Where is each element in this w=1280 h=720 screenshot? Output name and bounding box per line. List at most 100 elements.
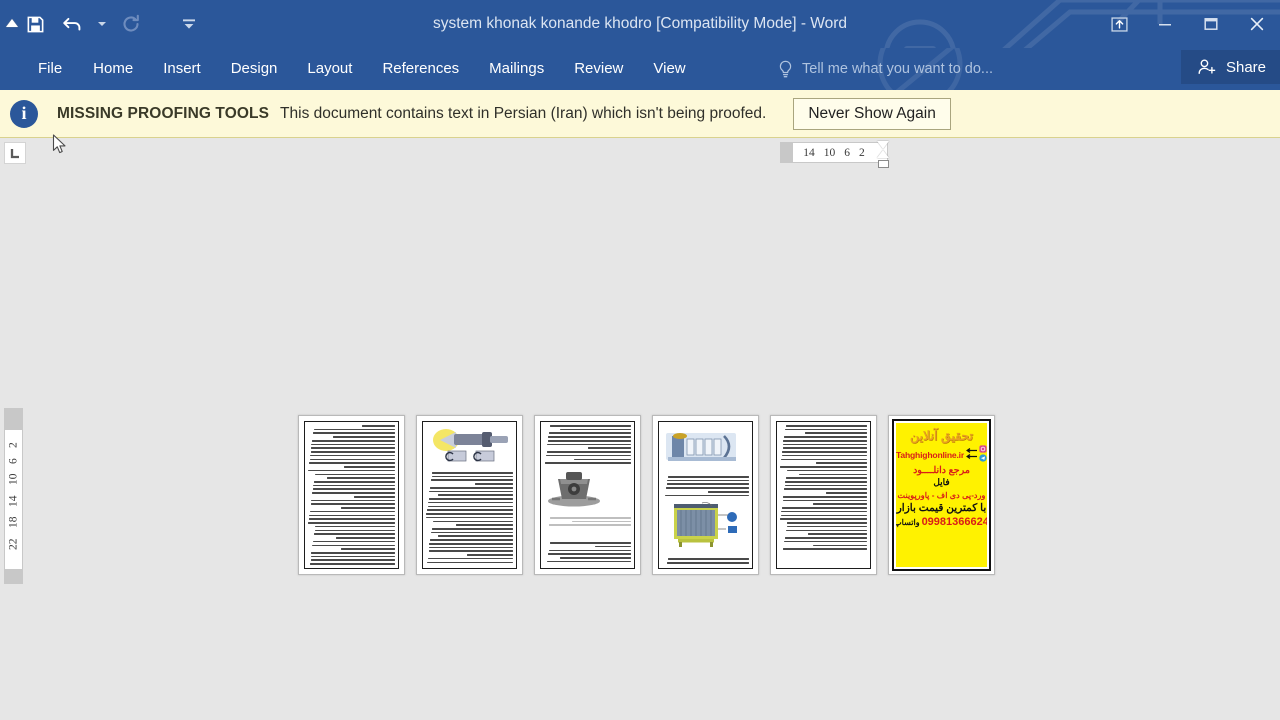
text-line — [341, 507, 395, 509]
info-icon: i — [10, 99, 38, 128]
page-3-text-lines-bottom — [544, 542, 631, 565]
page-thumbnail[interactable] — [298, 415, 405, 575]
ad-line-4: با کمترین قیمت بازار — [896, 502, 987, 514]
text-line — [327, 477, 395, 479]
text-line — [786, 529, 867, 532]
text-line — [312, 439, 395, 442]
vertical-ruler-ticks: 22 18 14 10 6 2 — [5, 409, 22, 583]
close-button[interactable] — [1234, 0, 1280, 48]
tab-review[interactable]: Review — [559, 48, 638, 90]
text-line — [547, 560, 631, 563]
tab-stop-selector-button[interactable] — [4, 142, 26, 164]
page-content — [780, 425, 867, 565]
text-line — [546, 451, 631, 453]
engine-block-diagram-image — [662, 427, 749, 472]
text-line — [312, 544, 395, 547]
page-content — [308, 425, 395, 565]
text-line — [431, 531, 513, 534]
undo-button[interactable] — [56, 7, 90, 41]
text-line — [308, 469, 395, 472]
tab-references[interactable]: References — [367, 48, 474, 90]
vertical-ruler[interactable]: 22 18 14 10 6 2 — [4, 408, 23, 584]
text-line — [432, 472, 513, 474]
text-line — [708, 490, 749, 493]
text-line — [559, 557, 631, 559]
text-line — [559, 428, 631, 431]
text-line — [545, 454, 631, 457]
text-line — [310, 555, 395, 558]
customize-quick-access-toolbar-button[interactable] — [172, 7, 206, 41]
text-line — [430, 539, 513, 541]
text-line — [313, 540, 395, 543]
text-line — [782, 447, 867, 449]
document-canvas[interactable]: تحقیق آنلاین Tahghighonline.ir مرجع دانل… — [26, 168, 1280, 720]
text-line — [780, 466, 867, 468]
social-icons — [979, 445, 987, 462]
tab-home[interactable]: Home — [78, 48, 148, 90]
page-thumbnail[interactable] — [652, 415, 759, 575]
vruler-tick-6: 6 — [7, 458, 20, 464]
page-content — [426, 425, 513, 565]
tab-mailings[interactable]: Mailings — [474, 48, 559, 90]
share-button[interactable]: Share — [1180, 50, 1280, 84]
left-indent-box-marker[interactable] — [878, 160, 889, 168]
notification-title: MISSING PROOFING TOOLS — [57, 104, 270, 122]
text-line — [426, 513, 513, 515]
never-show-again-button[interactable]: Never Show Again — [793, 97, 951, 130]
redo-button[interactable] — [114, 7, 148, 41]
hruler-tick-14: 14 — [803, 146, 815, 159]
ad-website: Tahghighonline.ir — [896, 450, 965, 460]
tab-file[interactable]: File — [22, 48, 78, 90]
telegram-icon — [979, 454, 987, 462]
text-line — [781, 507, 867, 509]
page-thumbnail[interactable] — [416, 415, 523, 575]
text-line — [667, 483, 749, 486]
undo-icon — [63, 17, 81, 31]
text-line — [313, 484, 395, 487]
page-thumbnail[interactable] — [770, 415, 877, 575]
maximize-restore-button[interactable] — [1188, 0, 1234, 48]
ad-line-1: مرجع دانلــــود — [913, 465, 970, 476]
text-line — [428, 550, 513, 553]
text-line — [314, 481, 395, 483]
tab-view[interactable]: View — [638, 48, 700, 90]
text-line — [781, 454, 867, 457]
text-line — [432, 475, 513, 478]
advertisement-content: تحقیق آنلاین Tahghighonline.ir مرجع دانل… — [896, 423, 987, 567]
text-line — [474, 483, 513, 485]
text-line — [432, 520, 513, 523]
text-line — [786, 522, 867, 524]
text-line — [781, 451, 867, 453]
text-line — [335, 537, 395, 539]
text-line — [343, 466, 395, 468]
text-line — [438, 494, 513, 496]
ad-whatsapp-label: واتساپ — [896, 518, 920, 527]
vruler-tick-10: 10 — [7, 473, 20, 486]
text-line — [549, 432, 631, 435]
tab-layout[interactable]: Layout — [292, 48, 367, 90]
page-thumbnail[interactable]: تحقیق آنلاین Tahghighonline.ir مرجع دانل… — [888, 415, 995, 575]
horizontal-ruler[interactable]: 14 10 6 2 — [780, 142, 888, 163]
text-line — [826, 492, 867, 494]
text-line — [786, 525, 867, 528]
tell-me-search[interactable]: Tell me what you want to do... — [778, 48, 993, 90]
ribbon-display-options-button[interactable] — [1096, 0, 1142, 48]
vruler-tick-14: 14 — [7, 495, 20, 507]
text-line — [429, 542, 513, 545]
minimize-button[interactable] — [1142, 0, 1188, 48]
undo-dropdown-button[interactable] — [94, 7, 110, 41]
tab-design[interactable]: Design — [216, 48, 293, 90]
first-line-indent-marker[interactable] — [877, 141, 889, 149]
text-line — [550, 542, 631, 544]
text-line — [309, 510, 395, 513]
page-thumbnail[interactable] — [534, 415, 641, 575]
save-button[interactable] — [18, 7, 52, 41]
text-line — [311, 447, 395, 449]
text-line — [813, 503, 867, 506]
tab-insert[interactable]: Insert — [148, 48, 216, 90]
text-line — [668, 558, 749, 560]
page-3-text-lines-top — [544, 425, 631, 464]
text-line — [426, 509, 513, 511]
hanging-indent-marker[interactable] — [877, 150, 889, 158]
text-line — [668, 476, 749, 478]
